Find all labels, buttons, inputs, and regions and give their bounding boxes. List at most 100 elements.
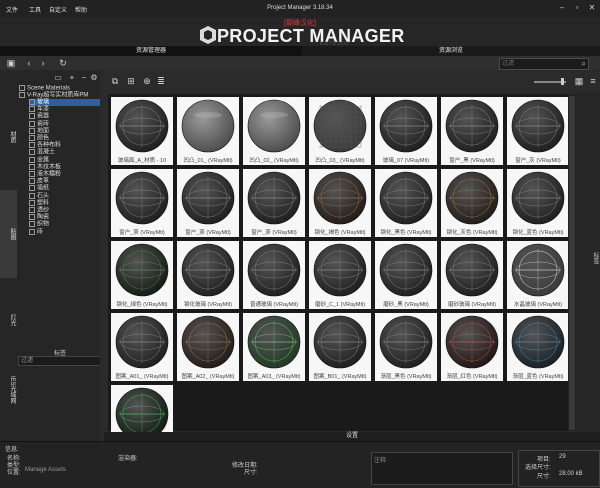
material-tile[interactable]: 磨砂玻璃 (VRayMtl) — [441, 241, 503, 309]
tree-item[interactable]: 透纱 — [29, 207, 103, 214]
tab-resource-browse[interactable]: 资源浏览 — [302, 46, 600, 56]
edit-icon[interactable]: ⊞ — [126, 76, 136, 86]
checkbox-icon[interactable] — [19, 92, 25, 98]
tree-item[interactable]: 墙纸 — [29, 185, 103, 192]
tree-root-scene[interactable]: Scene Materials — [19, 85, 105, 92]
tree-item[interactable]: 瓷器 — [29, 113, 103, 120]
material-tile[interactable]: 磨砂_C_1 (VRayMtl) — [309, 241, 371, 309]
material-tile[interactable]: 钢化玻璃 (VRayMtl) — [177, 241, 239, 309]
folder-checkbox-icon[interactable] — [29, 228, 35, 235]
new-folder-icon[interactable]: ▭ — [53, 73, 63, 83]
maximize-icon[interactable]: ▫ — [571, 3, 583, 13]
folder-checkbox-icon[interactable] — [29, 127, 35, 134]
material-tile[interactable]: 窗户_茶 (VRayMtl) — [243, 169, 305, 237]
material-tile[interactable]: 图案_B01_ (VRayMtl) — [309, 313, 371, 381]
list-icon[interactable]: ≣ — [156, 76, 166, 86]
checkbox-icon[interactable] — [19, 85, 25, 91]
notes-field[interactable]: 注释 — [371, 452, 513, 485]
material-tile[interactable]: 窗户_黑 (VRayMtl) — [441, 97, 503, 165]
tree-item[interactable]: 液木糯粉 — [29, 171, 103, 178]
gear-icon[interactable]: ⚙ — [89, 73, 99, 83]
side-tab-ies[interactable]: IES光域网 — [0, 360, 17, 420]
material-tile[interactable]: 钢化_灰色 (VRayMtl) — [441, 169, 503, 237]
material-tile[interactable]: 渐层_蓝色 (VRayMtl) — [507, 313, 569, 381]
folder-checkbox-icon[interactable] — [29, 178, 35, 185]
scrollbar[interactable] — [568, 94, 576, 431]
panel-icon[interactable]: ▣ — [6, 58, 16, 68]
folder-checkbox-icon[interactable] — [29, 135, 35, 141]
material-tile[interactable]: 窗户_灰 (VRayMtl) — [507, 97, 569, 165]
material-tile[interactable]: 窗户_茶 (VRayMtl) — [111, 169, 173, 237]
tree-item[interactable]: 瓷砖 — [29, 120, 103, 128]
folder-checkbox-icon[interactable] — [29, 207, 35, 213]
folder-checkbox-icon[interactable] — [29, 185, 35, 192]
folder-checkbox-icon[interactable] — [29, 106, 35, 113]
tree-item[interactable]: 陶瓷 — [29, 214, 103, 221]
folder-checkbox-icon[interactable] — [29, 163, 35, 170]
scrollbar-thumb[interactable] — [569, 96, 575, 430]
tree-item[interactable]: 木纹木板 — [29, 163, 103, 171]
material-tile[interactable]: 钢化_黑色 (VRayMtl) — [375, 169, 437, 237]
tree-root-library[interactable]: V-Ray超写实材质库PM — [19, 92, 105, 99]
add-icon[interactable]: + — [67, 73, 77, 83]
folder-checkbox-icon[interactable] — [29, 120, 35, 127]
material-tile[interactable]: 凹凸_01_ (VRayMtl) — [177, 97, 239, 165]
forward-icon[interactable]: › — [38, 58, 48, 68]
tree-item[interactable]: 车漆 — [29, 106, 103, 113]
search-input[interactable] — [502, 59, 572, 69]
search-icon[interactable]: ⌕ — [582, 59, 586, 69]
material-tile[interactable]: 普通玻璃 (VRayMtl) — [243, 241, 305, 309]
folder-checkbox-icon[interactable] — [29, 156, 35, 163]
render-icon[interactable]: ⊕ — [142, 76, 152, 86]
material-tile[interactable]: 玻璃_07 (VRayMtl) — [375, 97, 437, 165]
material-tile[interactable]: 渐层_红色 (VRayMtl) — [441, 313, 503, 381]
material-tile[interactable]: 凹凸_03_ (VRayMtl) — [309, 97, 371, 165]
minimize-icon[interactable]: – — [556, 3, 568, 13]
back-icon[interactable]: ‹ — [24, 58, 34, 68]
tree-item[interactable]: 石头 — [29, 192, 103, 200]
tree-item[interactable]: 塑料 — [29, 199, 103, 207]
load-icon[interactable]: ⧉ — [110, 76, 120, 86]
material-tile[interactable]: 渐层_黑色 (VRayMtl) — [375, 313, 437, 381]
folder-checkbox-icon[interactable] — [29, 149, 35, 156]
material-tile[interactable]: 玻璃面_A_材质 - 10 — [111, 97, 173, 165]
material-tile[interactable]: 水晶玻璃 (VRayMtl) — [507, 241, 569, 309]
material-tile[interactable]: 图案_A02_ (VRayMtl) — [177, 313, 239, 381]
close-icon[interactable]: ✕ — [586, 3, 598, 13]
material-tile[interactable]: 图案_A01_ (VRayMtl) — [111, 313, 173, 381]
tree-item[interactable]: 混凝土 — [29, 149, 103, 156]
tab-resource-manager[interactable]: 资源管理器 — [0, 46, 302, 56]
side-tab-lights[interactable]: 灯光 — [0, 290, 17, 350]
grid-view-icon[interactable]: ▦ — [574, 76, 584, 86]
sort-icon[interactable]: ≡ — [588, 76, 598, 86]
settings-bar[interactable]: 设置 — [104, 432, 600, 441]
folder-checkbox-icon[interactable] — [29, 214, 35, 221]
material-tile[interactable]: 凹凸_02_ (VRayMtl) — [243, 97, 305, 165]
folder-checkbox-icon[interactable] — [29, 99, 35, 105]
tree-item[interactable]: 地面 — [29, 127, 103, 135]
folder-checkbox-icon[interactable] — [29, 171, 35, 177]
folder-checkbox-icon[interactable] — [29, 221, 35, 228]
material-tile[interactable]: 钢化_蓝色 (VRayMtl) — [507, 169, 569, 237]
tree-item[interactable]: 皮革 — [29, 178, 103, 185]
side-tab-materials[interactable]: 材质 — [0, 122, 17, 152]
remove-icon[interactable]: − — [79, 73, 89, 83]
folder-checkbox-icon[interactable] — [29, 142, 35, 149]
splitter[interactable] — [100, 70, 103, 442]
material-tile[interactable]: 磨砂_黑 (VRayMtl) — [375, 241, 437, 309]
zoom-slider-handle[interactable] — [561, 78, 564, 85]
tree-item[interactable]: 各种布料 — [29, 142, 103, 149]
tree-item[interactable]: 砖 — [29, 228, 103, 236]
material-tile[interactable]: 钢化_褐色 (VRayMtl) — [309, 169, 371, 237]
folder-checkbox-icon[interactable] — [29, 199, 35, 206]
tree-item[interactable]: 玻璃 — [29, 99, 103, 106]
side-tab-maps[interactable]: 贴图 — [0, 190, 17, 278]
folder-checkbox-icon[interactable] — [29, 113, 35, 120]
folder-checkbox-icon[interactable] — [29, 192, 35, 199]
refresh-icon[interactable]: ↻ — [58, 58, 68, 68]
tree-item[interactable]: 颜色 — [29, 135, 103, 142]
material-tile[interactable]: 图案_A03_ (VRayMtl) — [243, 313, 305, 381]
tree-item[interactable]: 织物 — [29, 221, 103, 228]
material-tile[interactable]: 窗户_茶 (VRayMtl) — [177, 169, 239, 237]
tag-filter[interactable]: 过滤 — [18, 356, 102, 366]
